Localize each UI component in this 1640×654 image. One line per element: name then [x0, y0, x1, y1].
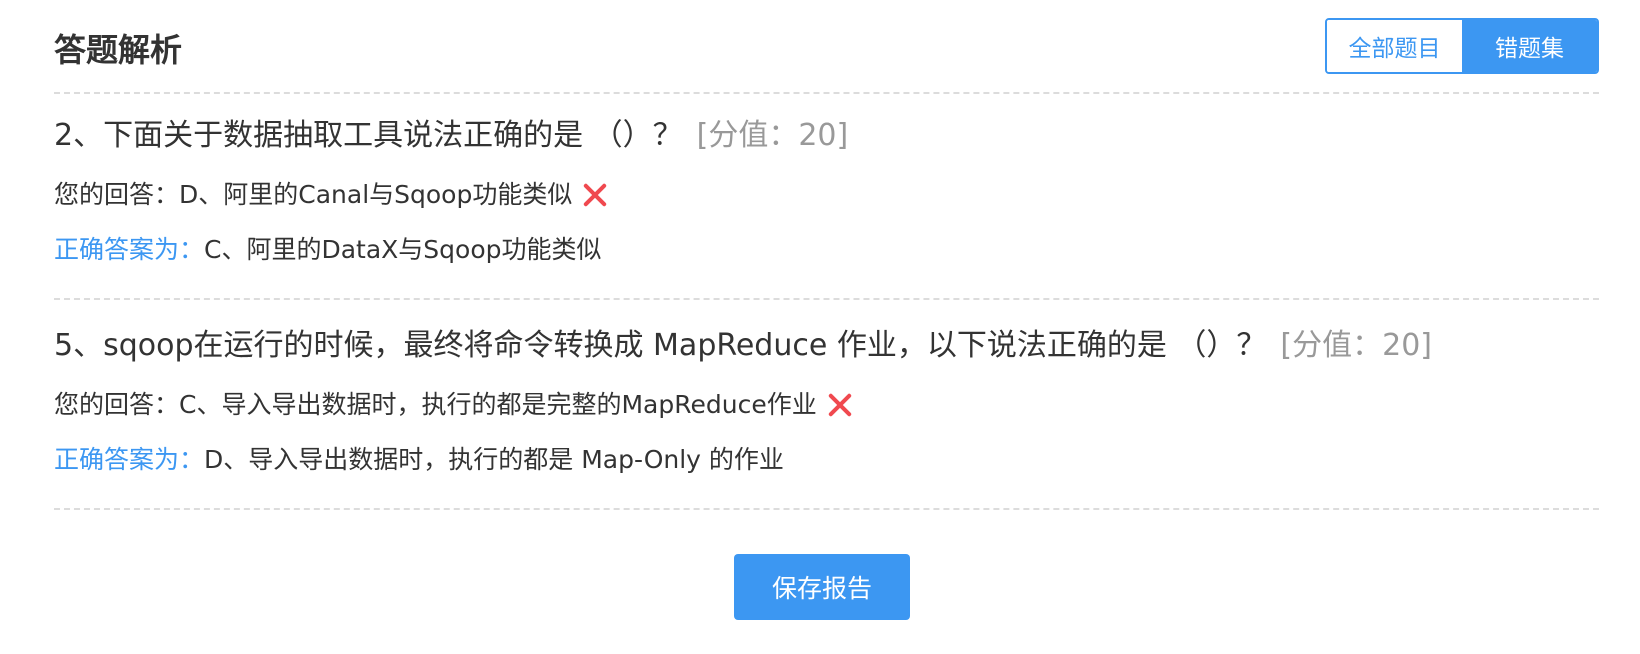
your-answer-text: C、导入导出数据时，执行的都是完整的MapReduce作业 — [179, 390, 817, 419]
wrong-icon — [827, 392, 853, 418]
correct-answer-row: 正确答案为：D、导入导出数据时，执行的都是 Map-Only 的作业 — [54, 443, 784, 477]
your-answer-label: 您的回答： — [54, 180, 180, 209]
answer-analysis-panel: 答题解析 全部题目 错题集 2、下面关于数据抽取工具说法正确的是 （）？ [分值：… — [0, 0, 1640, 654]
correct-answer-text: C、阿里的DataX与Sqoop功能类似 — [204, 235, 602, 264]
your-answer-label: 您的回答： — [54, 390, 180, 419]
correct-answer-row: 正确答案为：C、阿里的DataX与Sqoop功能类似 — [54, 233, 602, 267]
page-title: 答题解析 — [54, 31, 183, 69]
your-answer-row: 您的回答：D、阿里的Canal与Sqoop功能类似 — [54, 178, 608, 212]
correct-answer-label: 正确答案为： — [54, 445, 205, 474]
divider — [54, 92, 1599, 94]
question-item: 2、下面关于数据抽取工具说法正确的是 （）？ [分值：20] 您的回答：D、阿里的… — [54, 116, 1599, 276]
question-text: 5、sqoop在运行的时候，最终将命令转换成 MapReduce 作业，以下说法… — [54, 328, 1267, 363]
wrong-icon — [582, 182, 608, 208]
wrong-questions-tab[interactable]: 错题集 — [1462, 20, 1597, 72]
question-text: 2、下面关于数据抽取工具说法正确的是 （）？ — [54, 118, 683, 153]
question-score: [分值：20] — [1280, 328, 1432, 363]
panel-header: 答题解析 全部题目 错题集 — [54, 18, 1599, 76]
correct-answer-label: 正确答案为： — [54, 235, 205, 264]
divider — [54, 298, 1599, 300]
all-questions-tab[interactable]: 全部题目 — [1327, 20, 1462, 72]
correct-answer-text: D、导入导出数据时，执行的都是 Map-Only 的作业 — [204, 445, 784, 474]
save-report-button[interactable]: 保存报告 — [734, 554, 910, 620]
question-title: 2、下面关于数据抽取工具说法正确的是 （）？ [分值：20] — [54, 116, 848, 156]
your-answer-text: D、阿里的Canal与Sqoop功能类似 — [179, 180, 573, 209]
question-title: 5、sqoop在运行的时候，最终将命令转换成 MapReduce 作业，以下说法… — [54, 326, 1432, 366]
your-answer-row: 您的回答：C、导入导出数据时，执行的都是完整的MapReduce作业 — [54, 388, 853, 422]
question-item: 5、sqoop在运行的时候，最终将命令转换成 MapReduce 作业，以下说法… — [54, 326, 1599, 486]
divider — [54, 508, 1599, 510]
question-score: [分值：20] — [696, 118, 849, 153]
question-filter-toggle: 全部题目 错题集 — [1325, 18, 1599, 74]
